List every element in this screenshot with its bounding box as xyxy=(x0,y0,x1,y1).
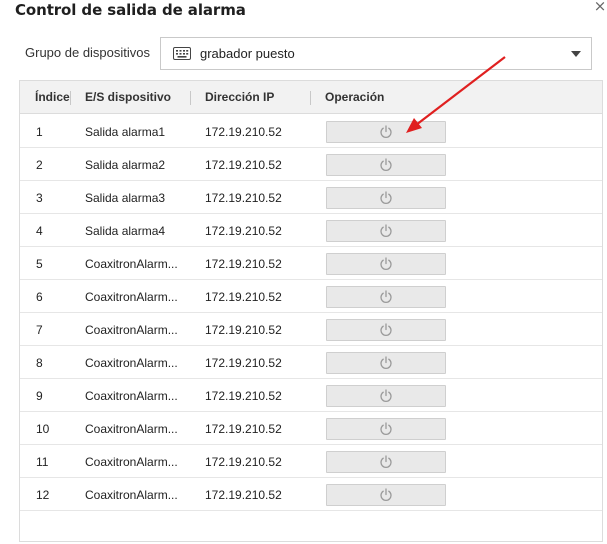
table-row[interactable]: 4 Salida alarma4 172.19.210.52 xyxy=(20,214,602,247)
cell-ip: 172.19.210.52 xyxy=(205,290,282,304)
cell-index: 12 xyxy=(36,488,50,502)
power-icon xyxy=(380,488,392,501)
cell-ip: 172.19.210.52 xyxy=(205,224,282,238)
chevron-down-icon[interactable] xyxy=(571,51,581,57)
cell-device: CoaxitronAlarm... xyxy=(85,488,178,502)
cell-index: 8 xyxy=(36,356,43,370)
table-row[interactable]: 8 CoaxitronAlarm... 172.19.210.52 xyxy=(20,346,602,379)
power-toggle-button[interactable] xyxy=(326,220,446,242)
cell-ip: 172.19.210.52 xyxy=(205,158,282,172)
power-icon xyxy=(380,389,392,402)
table-row[interactable]: 5 CoaxitronAlarm... 172.19.210.52 xyxy=(20,247,602,280)
cell-device: CoaxitronAlarm... xyxy=(85,356,178,370)
cell-index: 4 xyxy=(36,224,43,238)
alarm-output-dialog: Control de salida de alarma × Grupo de d… xyxy=(0,0,607,544)
cell-device: CoaxitronAlarm... xyxy=(85,389,178,403)
cell-index: 2 xyxy=(36,158,43,172)
cell-device: Salida alarma3 xyxy=(85,191,166,205)
cell-index: 10 xyxy=(36,422,50,436)
table-header: Índice E/S dispositivo Dirección IP Oper… xyxy=(20,81,602,114)
power-toggle-button[interactable] xyxy=(326,253,446,275)
table-row[interactable]: 12 CoaxitronAlarm... 172.19.210.52 xyxy=(20,478,602,511)
cell-index: 5 xyxy=(36,257,43,271)
power-toggle-button[interactable] xyxy=(326,154,446,176)
table-row[interactable]: 1 Salida alarma1 172.19.210.52 xyxy=(20,115,602,148)
cell-index: 7 xyxy=(36,323,43,337)
close-icon[interactable]: × xyxy=(592,0,607,14)
table-row[interactable]: 3 Salida alarma3 172.19.210.52 xyxy=(20,181,602,214)
cell-ip: 172.19.210.52 xyxy=(205,125,282,139)
cell-ip: 172.19.210.52 xyxy=(205,422,282,436)
device-group-value: grabador puesto xyxy=(200,46,295,61)
power-toggle-button[interactable] xyxy=(326,121,446,143)
power-icon xyxy=(380,224,392,237)
cell-ip: 172.19.210.52 xyxy=(205,455,282,469)
table-row[interactable]: 2 Salida alarma2 172.19.210.52 xyxy=(20,148,602,181)
power-icon xyxy=(380,455,392,468)
cell-ip: 172.19.210.52 xyxy=(205,257,282,271)
power-icon xyxy=(380,158,392,171)
cell-device: Salida alarma4 xyxy=(85,224,166,238)
cell-index: 1 xyxy=(36,125,43,139)
power-toggle-button[interactable] xyxy=(326,484,446,506)
header-device[interactable]: E/S dispositivo xyxy=(85,90,171,104)
column-divider[interactable] xyxy=(190,91,191,105)
power-toggle-button[interactable] xyxy=(326,187,446,209)
cell-ip: 172.19.210.52 xyxy=(205,488,282,502)
cell-ip: 172.19.210.52 xyxy=(205,389,282,403)
table-row[interactable]: 7 CoaxitronAlarm... 172.19.210.52 xyxy=(20,313,602,346)
cell-device: Salida alarma1 xyxy=(85,125,166,139)
cell-index: 9 xyxy=(36,389,43,403)
table-row[interactable]: 9 CoaxitronAlarm... 172.19.210.52 xyxy=(20,379,602,412)
power-icon xyxy=(380,356,392,369)
dialog-title: Control de salida de alarma xyxy=(15,1,246,19)
column-divider[interactable] xyxy=(310,91,311,105)
cell-device: Salida alarma2 xyxy=(85,158,166,172)
power-toggle-button[interactable] xyxy=(326,418,446,440)
table-row[interactable]: 11 CoaxitronAlarm... 172.19.210.52 xyxy=(20,445,602,478)
power-icon xyxy=(380,257,392,270)
power-icon xyxy=(380,422,392,435)
power-icon xyxy=(380,290,392,303)
device-group-select[interactable]: grabador puesto xyxy=(160,37,592,70)
keyboard-icon xyxy=(173,47,191,60)
cell-ip: 172.19.210.52 xyxy=(205,323,282,337)
cell-device: CoaxitronAlarm... xyxy=(85,323,178,337)
power-toggle-button[interactable] xyxy=(326,319,446,341)
cell-index: 3 xyxy=(36,191,43,205)
power-icon xyxy=(380,125,392,138)
power-toggle-button[interactable] xyxy=(326,352,446,374)
power-icon xyxy=(380,191,392,204)
cell-device: CoaxitronAlarm... xyxy=(85,257,178,271)
table-row[interactable]: 6 CoaxitronAlarm... 172.19.210.52 xyxy=(20,280,602,313)
cell-ip: 172.19.210.52 xyxy=(205,191,282,205)
cell-index: 11 xyxy=(36,455,49,469)
cell-device: CoaxitronAlarm... xyxy=(85,455,178,469)
power-toggle-button[interactable] xyxy=(326,286,446,308)
cell-device: CoaxitronAlarm... xyxy=(85,290,178,304)
header-operation[interactable]: Operación xyxy=(325,90,384,104)
alarm-output-table: Índice E/S dispositivo Dirección IP Oper… xyxy=(19,80,603,542)
cell-index: 6 xyxy=(36,290,43,304)
power-toggle-button[interactable] xyxy=(326,451,446,473)
power-toggle-button[interactable] xyxy=(326,385,446,407)
header-ip[interactable]: Dirección IP xyxy=(205,90,274,104)
power-icon xyxy=(380,323,392,336)
header-index[interactable]: Índice xyxy=(35,90,70,104)
column-divider[interactable] xyxy=(70,91,71,105)
cell-device: CoaxitronAlarm... xyxy=(85,422,178,436)
device-group-label: Grupo de dispositivos xyxy=(25,45,151,60)
cell-ip: 172.19.210.52 xyxy=(205,356,282,370)
table-row[interactable]: 10 CoaxitronAlarm... 172.19.210.52 xyxy=(20,412,602,445)
